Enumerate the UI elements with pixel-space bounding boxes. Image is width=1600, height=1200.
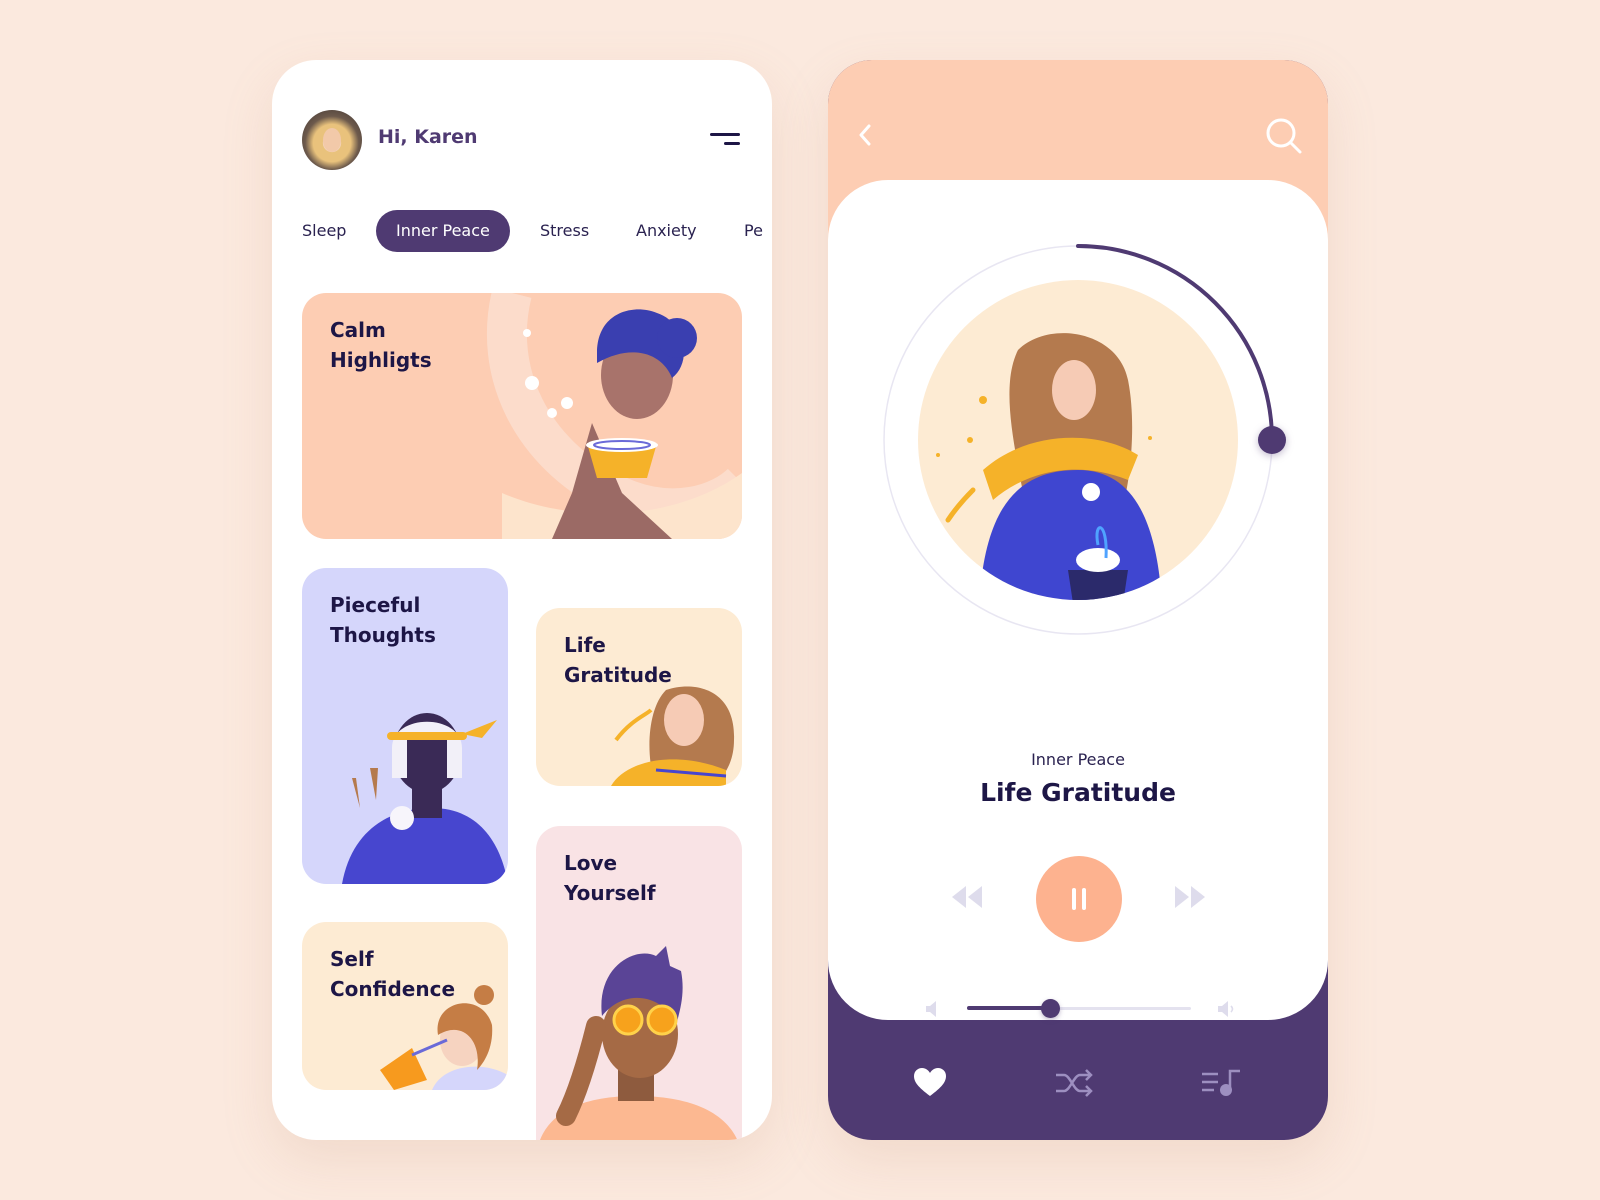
volume-low-icon: [926, 1001, 936, 1017]
tab-stress[interactable]: Stress: [540, 210, 589, 252]
track-title: Life Gratitude: [980, 778, 1176, 807]
player-screen: Inner Peace Life Gratitude: [828, 60, 1328, 1140]
pause-icon: [1072, 888, 1076, 910]
rewind-icon: [952, 886, 982, 908]
tab-anxiety[interactable]: Anxiety: [636, 210, 697, 252]
greeting-text: Hi, Karen: [378, 126, 478, 148]
tab-partial[interactable]: Pe: [744, 210, 763, 252]
avatar[interactable]: [302, 110, 362, 170]
woman-with-tea-illustration: [486, 293, 742, 539]
card-self-confidence[interactable]: Self Confidence: [302, 922, 508, 1090]
menu-icon-line: [710, 133, 740, 136]
menu-button[interactable]: [708, 130, 740, 152]
nav-shuffle[interactable]: [1054, 1066, 1094, 1100]
category-tabs: Sleep Inner Peace Stress Anxiety Pe: [302, 210, 772, 252]
volume-high-button[interactable]: [1216, 1000, 1238, 1018]
woman-with-scarf-illustration: [611, 686, 735, 786]
card-title: Calm Highligts: [330, 318, 432, 372]
playback-progress-ring[interactable]: [878, 240, 1298, 660]
pause-icon: [1082, 888, 1086, 910]
card-pieceful-thoughts[interactable]: Pieceful Thoughts: [302, 568, 508, 884]
search-icon: [1266, 118, 1302, 154]
tab-sleep[interactable]: Sleep: [302, 210, 346, 252]
volume-slider[interactable]: [967, 994, 1191, 1024]
volume-thumb[interactable]: [1040, 999, 1060, 1018]
track-category: Inner Peace: [1031, 750, 1125, 769]
volume-low-button[interactable]: [924, 1000, 940, 1018]
nav-playlist[interactable]: [1200, 1066, 1240, 1100]
volume-high-icon: [1218, 1001, 1234, 1017]
fast-forward-icon: [1175, 886, 1205, 908]
pause-button[interactable]: [1036, 856, 1122, 942]
menu-icon-line: [724, 142, 740, 145]
man-with-orange-glasses-illustration: [540, 946, 738, 1140]
player-card: Inner Peace Life Gratitude: [828, 180, 1328, 1020]
home-screen: Hi, Karen Sleep Inner Peace Stress Anxie…: [272, 60, 772, 1140]
heart-icon: [914, 1068, 946, 1096]
search-button[interactable]: [1264, 116, 1304, 156]
progress-ring-thumb[interactable]: [1258, 426, 1286, 454]
woman-with-flower-illustration: [342, 713, 508, 884]
avatar-face: [323, 128, 341, 152]
card-love-yourself[interactable]: Love Yourself: [536, 826, 742, 1140]
card-title: Pieceful Thoughts: [330, 593, 436, 647]
card-title: Self Confidence: [330, 947, 456, 1001]
card-life-gratitude[interactable]: Life Gratitude: [536, 608, 742, 786]
nav-favorites[interactable]: [910, 1066, 950, 1100]
card-title: Life Gratitude: [564, 633, 672, 687]
back-button[interactable]: [852, 120, 878, 150]
fast-forward-button[interactable]: [1173, 884, 1207, 910]
shuffle-icon: [1056, 1069, 1093, 1097]
playlist-icon: [1202, 1069, 1240, 1096]
volume-fill: [967, 1006, 1050, 1010]
rewind-button[interactable]: [950, 884, 984, 910]
tab-inner-peace[interactable]: Inner Peace: [376, 210, 510, 252]
card-title: Love Yourself: [564, 851, 656, 905]
chevron-left-icon: [859, 124, 871, 146]
card-calm-highlights[interactable]: Calm Highligts: [302, 293, 742, 539]
